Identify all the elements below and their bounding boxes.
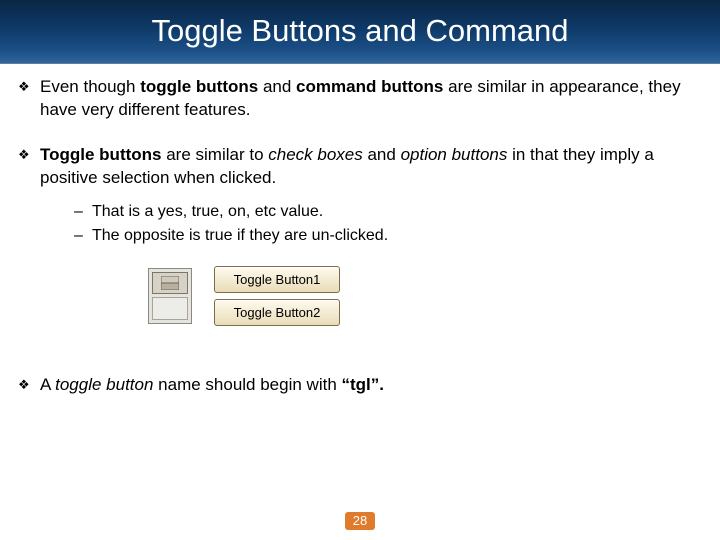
slide-title: Toggle Buttons and Command <box>151 14 568 48</box>
text-run: A <box>40 375 55 394</box>
text-bold: toggle buttons <box>140 77 258 96</box>
slide-footer: 28 <box>0 512 720 530</box>
title-band: Toggle Buttons and Command <box>0 0 720 64</box>
slide-body: ❖ Even though toggle buttons and command… <box>18 76 690 419</box>
toggle-button-stack: Toggle Button1 Toggle Button2 <box>214 266 340 326</box>
text-bold: command buttons <box>296 77 443 96</box>
diamond-bullet-icon: ❖ <box>18 76 40 96</box>
sub-bullet-2-text: The opposite is true if they are un-clic… <box>92 224 690 248</box>
example-toggle-button-2: Toggle Button2 <box>214 299 340 326</box>
text-run: name should begin with <box>153 375 341 394</box>
sub-bullet-list: – That is a yes, true, on, etc value. – … <box>74 200 690 248</box>
toggle-button-icon <box>161 276 179 290</box>
text-italic: check boxes <box>268 145 363 164</box>
text-bold: Toggle buttons <box>40 145 162 164</box>
sub-bullet-1-text: That is a yes, true, on, etc value. <box>92 200 690 224</box>
toolbox-toggle-tool <box>152 272 188 295</box>
example-toggle-button-1: Toggle Button1 <box>214 266 340 293</box>
dash-bullet-icon: – <box>74 224 92 248</box>
text-bold: “tgl”. <box>342 375 385 394</box>
bullet-2-text: Toggle buttons are similar to check boxe… <box>40 144 690 190</box>
diamond-bullet-icon: ❖ <box>18 374 40 394</box>
bullet-3: ❖ A toggle button name should begin with… <box>18 374 690 397</box>
diamond-bullet-icon: ❖ <box>18 144 40 164</box>
text-run: are similar to <box>162 145 269 164</box>
text-italic: option buttons <box>401 145 508 164</box>
text-run: and <box>258 77 296 96</box>
slide: Toggle Buttons and Command ❖ Even though… <box>0 0 720 540</box>
text-run: Even though <box>40 77 140 96</box>
sub-bullet-2: – The opposite is true if they are un-cl… <box>74 224 690 248</box>
text-italic: toggle button <box>55 375 153 394</box>
bullet-1-text: Even though toggle buttons and command b… <box>40 76 690 122</box>
dash-bullet-icon: – <box>74 200 92 224</box>
text-run: and <box>363 145 401 164</box>
sub-bullet-1: – That is a yes, true, on, etc value. <box>74 200 690 224</box>
page-number: 28 <box>345 512 375 530</box>
bullet-1: ❖ Even though toggle buttons and command… <box>18 76 690 122</box>
toolbox-panel <box>148 268 192 324</box>
bullet-3-text: A toggle button name should begin with “… <box>40 374 690 397</box>
toolbox-empty-tool <box>152 297 188 320</box>
bullet-2: ❖ Toggle buttons are similar to check bo… <box>18 144 690 190</box>
toggle-button-graphic: Toggle Button1 Toggle Button2 <box>148 266 690 326</box>
